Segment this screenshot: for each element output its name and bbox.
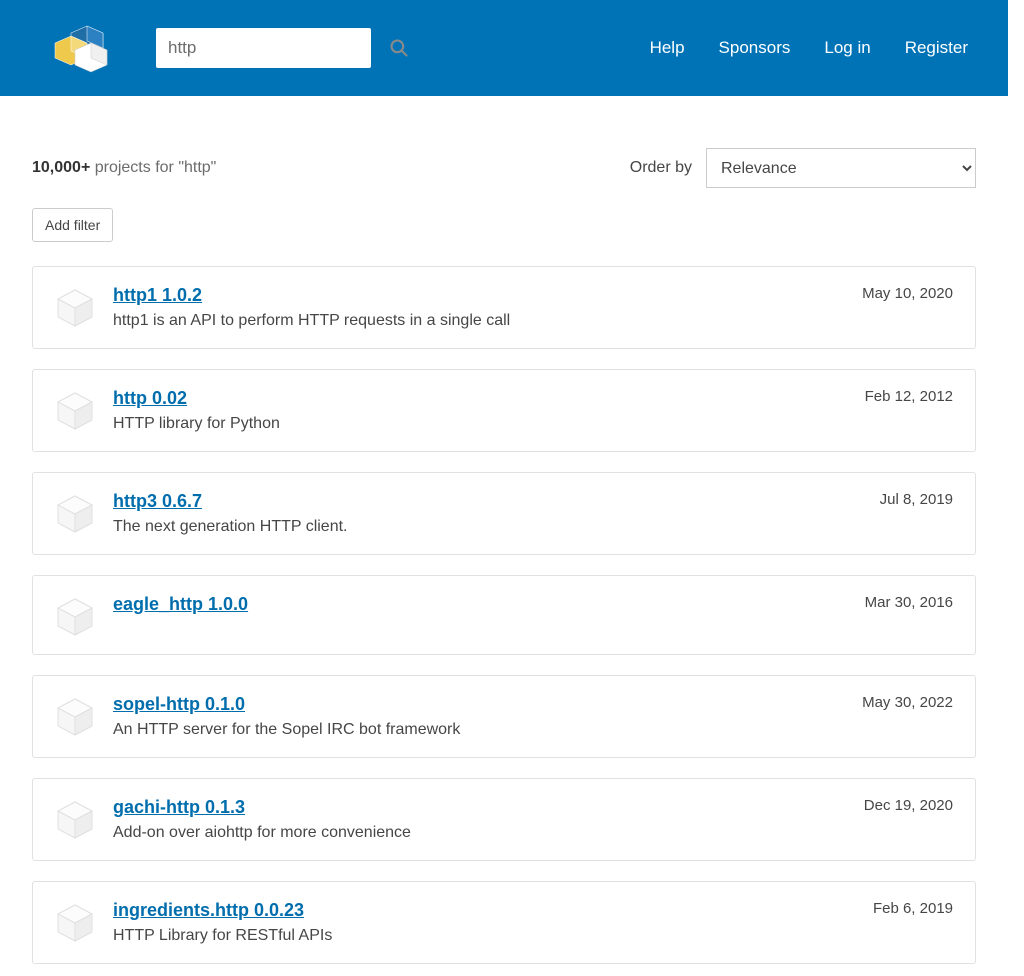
result-card[interactable]: eagle_http 1.0.0 Mar 30, 2016 — [32, 575, 976, 655]
order-by-label: Order by — [630, 159, 692, 177]
result-title-link[interactable]: eagle_http 1.0.0 — [113, 594, 248, 615]
result-card[interactable]: http1 1.0.2 http1 is an API to perform H… — [32, 266, 976, 349]
result-date: May 10, 2020 — [862, 285, 953, 302]
nav-login[interactable]: Log in — [824, 38, 870, 58]
results-count-text: projects for "http" — [90, 159, 216, 176]
result-title-link[interactable]: http 0.02 — [113, 388, 187, 409]
result-main: sopel-http 0.1.0 An HTTP server for the … — [113, 694, 953, 739]
result-date: Feb 12, 2012 — [865, 388, 953, 405]
result-description: http1 is an API to perform HTTP requests… — [113, 312, 953, 330]
logo[interactable] — [16, 18, 156, 78]
main-content: 10,000+ projects for "http" Order by Rel… — [0, 96, 1008, 976]
package-cube-icon — [55, 799, 95, 839]
package-cube-icon — [55, 696, 95, 736]
result-title-link[interactable]: http3 0.6.7 — [113, 491, 202, 512]
package-cube-icon — [55, 287, 95, 327]
nav-register[interactable]: Register — [905, 38, 968, 58]
result-main: http1 1.0.2 http1 is an API to perform H… — [113, 285, 953, 330]
results-count-number: 10,000+ — [32, 159, 90, 176]
result-main: http 0.02 HTTP library for Python — [113, 388, 953, 433]
add-filter-button[interactable]: Add filter — [32, 208, 113, 242]
results-count: 10,000+ projects for "http" — [32, 159, 216, 177]
result-main: gachi-http 0.1.3 Add-on over aiohttp for… — [113, 797, 953, 842]
result-card[interactable]: http 0.02 HTTP library for Python Feb 12… — [32, 369, 976, 452]
result-main: eagle_http 1.0.0 — [113, 594, 953, 621]
package-cube-icon — [55, 902, 95, 942]
result-title-link[interactable]: ingredients.http 0.0.23 — [113, 900, 304, 921]
search-input[interactable] — [168, 38, 389, 58]
result-date: May 30, 2022 — [862, 694, 953, 711]
result-date: Mar 30, 2016 — [865, 594, 953, 611]
site-header: Help Sponsors Log in Register — [0, 0, 1008, 96]
result-main: ingredients.http 0.0.23 HTTP Library for… — [113, 900, 953, 945]
result-title-link[interactable]: http1 1.0.2 — [113, 285, 202, 306]
nav-help[interactable]: Help — [650, 38, 685, 58]
search-form — [156, 28, 371, 68]
pypi-logo-icon — [51, 18, 121, 78]
result-title-link[interactable]: gachi-http 0.1.3 — [113, 797, 245, 818]
order-by-select[interactable]: Relevance — [706, 148, 976, 188]
result-date: Feb 6, 2019 — [873, 900, 953, 917]
results-list: http1 1.0.2 http1 is an API to perform H… — [32, 266, 976, 964]
result-description: HTTP library for Python — [113, 415, 953, 433]
order-by-control: Order by Relevance — [630, 148, 976, 188]
result-date: Jul 8, 2019 — [880, 491, 953, 508]
package-cube-icon — [55, 390, 95, 430]
result-description: An HTTP server for the Sopel IRC bot fra… — [113, 721, 953, 739]
result-main: http3 0.6.7 The next generation HTTP cli… — [113, 491, 953, 536]
result-card[interactable]: sopel-http 0.1.0 An HTTP server for the … — [32, 675, 976, 758]
result-description: HTTP Library for RESTful APIs — [113, 927, 953, 945]
search-button[interactable] — [389, 38, 409, 58]
package-cube-icon — [55, 596, 95, 636]
result-description: Add-on over aiohttp for more convenience — [113, 824, 953, 842]
result-card[interactable]: http3 0.6.7 The next generation HTTP cli… — [32, 472, 976, 555]
result-card[interactable]: ingredients.http 0.0.23 HTTP Library for… — [32, 881, 976, 964]
nav-sponsors[interactable]: Sponsors — [719, 38, 791, 58]
result-card[interactable]: gachi-http 0.1.3 Add-on over aiohttp for… — [32, 778, 976, 861]
results-header: 10,000+ projects for "http" Order by Rel… — [32, 148, 976, 188]
search-icon — [389, 38, 409, 58]
result-title-link[interactable]: sopel-http 0.1.0 — [113, 694, 245, 715]
result-date: Dec 19, 2020 — [864, 797, 953, 814]
package-cube-icon — [55, 493, 95, 533]
top-nav: Help Sponsors Log in Register — [650, 38, 992, 58]
result-description: The next generation HTTP client. — [113, 518, 953, 536]
